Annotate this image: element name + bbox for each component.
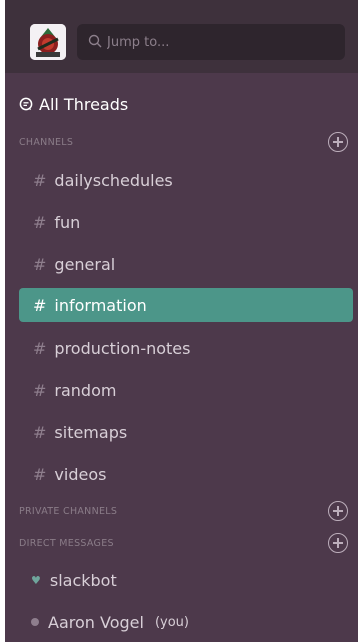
add-private-channel-button[interactable] xyxy=(328,501,348,521)
sidebar: All Threads CHANNELS # dailyschedules # … xyxy=(5,0,358,642)
dm-item-slackbot[interactable]: ♥ slackbot xyxy=(19,565,353,595)
channel-name: dailyschedules xyxy=(54,170,173,190)
presence-dot-icon xyxy=(31,618,39,626)
channel-item-sitemaps[interactable]: # sitemaps xyxy=(19,415,353,449)
search-input[interactable] xyxy=(107,24,337,60)
all-threads-link[interactable]: All Threads xyxy=(19,90,128,118)
dm-name: slackbot xyxy=(49,570,117,590)
channels-section-header: CHANNELS xyxy=(19,132,348,152)
hash-icon: # xyxy=(33,464,47,484)
hash-icon: # xyxy=(33,170,47,190)
you-label: (you) xyxy=(154,614,189,630)
channel-name: videos xyxy=(54,464,107,484)
threads-icon xyxy=(19,97,33,111)
channel-name: general xyxy=(54,254,116,274)
workspace-logo-icon xyxy=(30,24,66,60)
hash-icon: # xyxy=(33,422,47,442)
hash-icon: # xyxy=(33,380,47,400)
hash-icon: # xyxy=(33,295,47,315)
private-channels-section-header: PRIVATE CHANNELS xyxy=(19,501,348,521)
direct-messages-section-label[interactable]: DIRECT MESSAGES xyxy=(19,538,114,549)
add-channel-button[interactable] xyxy=(328,132,348,152)
channel-name: sitemaps xyxy=(54,422,128,442)
dm-item-self[interactable]: Aaron Vogel (you) xyxy=(19,607,353,637)
dm-name: Aaron Vogel xyxy=(48,612,144,632)
workspace-logo[interactable] xyxy=(30,24,66,60)
hash-icon: # xyxy=(33,338,47,358)
channel-name: information xyxy=(54,295,147,315)
sidebar-header xyxy=(5,0,358,73)
heart-icon: ♥ xyxy=(31,573,41,587)
channel-item-random[interactable]: # random xyxy=(19,373,353,407)
channel-item-general[interactable]: # general xyxy=(19,247,353,281)
all-threads-label: All Threads xyxy=(39,94,129,114)
jump-to-search[interactable] xyxy=(77,24,345,60)
channel-item-dailyschedules[interactable]: # dailyschedules xyxy=(19,163,353,197)
channel-name: fun xyxy=(54,212,81,232)
channel-item-production-notes[interactable]: # production-notes xyxy=(19,331,353,365)
add-direct-message-button[interactable] xyxy=(328,533,348,553)
search-icon xyxy=(88,34,102,48)
direct-messages-section-header: DIRECT MESSAGES xyxy=(19,533,348,553)
channel-item-fun[interactable]: # fun xyxy=(19,205,353,239)
hash-icon: # xyxy=(33,212,47,232)
channels-section-label[interactable]: CHANNELS xyxy=(19,137,73,148)
channel-name: production-notes xyxy=(54,338,191,358)
channel-item-information[interactable]: # information xyxy=(19,288,353,322)
hash-icon: # xyxy=(33,254,47,274)
channel-item-videos[interactable]: # videos xyxy=(19,457,353,491)
channel-name: random xyxy=(54,380,117,400)
private-channels-section-label[interactable]: PRIVATE CHANNELS xyxy=(19,506,117,517)
